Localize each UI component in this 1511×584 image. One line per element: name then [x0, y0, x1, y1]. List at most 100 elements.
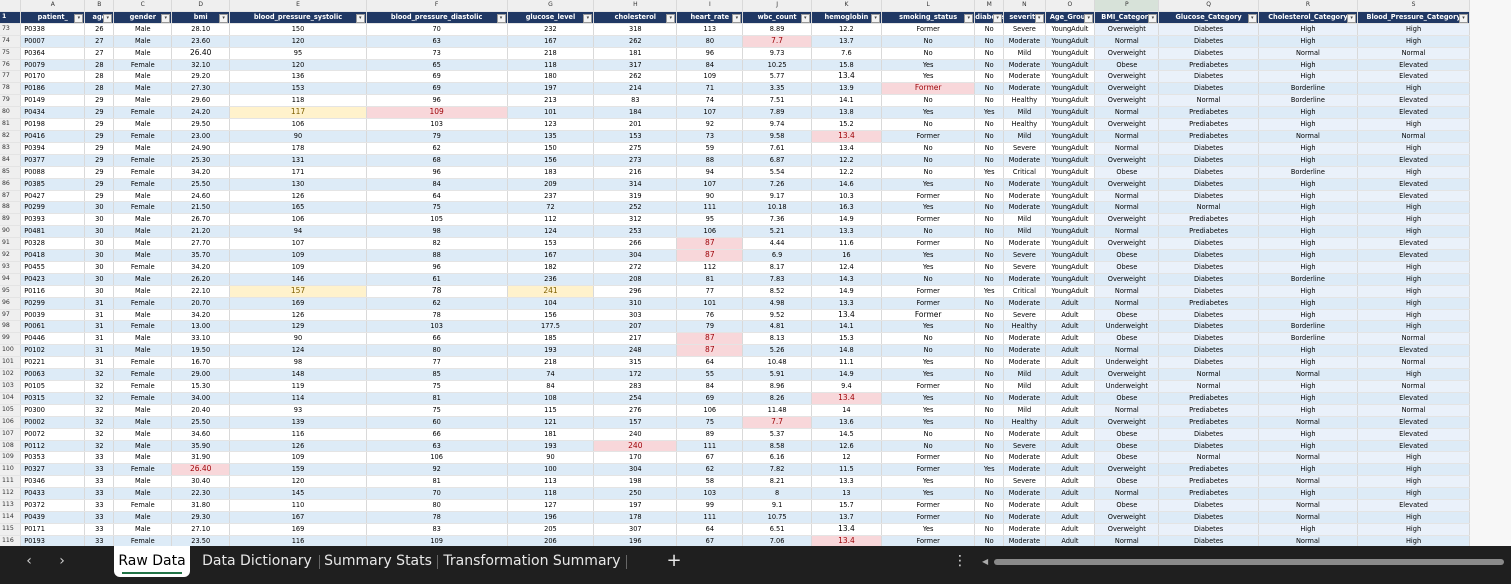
table-cell[interactable]: Female — [113, 535, 173, 546]
table-cell[interactable]: 120 — [229, 35, 367, 48]
table-cell[interactable]: Yes — [974, 285, 1005, 298]
table-cell[interactable]: 7.36 — [742, 213, 812, 227]
table-cell[interactable]: 16.70 — [171, 356, 231, 370]
table-cell[interactable]: P0434 — [20, 106, 86, 120]
table-cell[interactable]: Adult — [1045, 356, 1096, 370]
table-cell[interactable]: YoungAdult — [1045, 213, 1096, 227]
filter-dropdown-icon[interactable]: ▾ — [74, 13, 84, 23]
table-cell[interactable]: 35.70 — [171, 249, 231, 262]
filter-dropdown-icon[interactable]: ▾ — [355, 13, 365, 23]
table-cell[interactable]: 25.50 — [171, 178, 231, 191]
table-cell[interactable]: 6.16 — [742, 451, 812, 465]
table-cell[interactable]: Borderline — [1258, 166, 1359, 179]
table-cell[interactable]: Mild — [1003, 213, 1046, 227]
table-cell[interactable]: Healthy — [1003, 416, 1046, 429]
table-cell[interactable]: 83 — [593, 94, 678, 108]
table-cell[interactable]: 113 — [676, 23, 744, 36]
table-cell[interactable]: P0416 — [20, 130, 86, 143]
column-header-d[interactable]: D — [171, 0, 231, 12]
table-cell[interactable]: YoungAdult — [1045, 225, 1096, 239]
table-cell[interactable]: 29.50 — [171, 118, 231, 131]
table-cell[interactable]: Former — [881, 130, 976, 143]
table-cell[interactable]: 28 — [84, 82, 115, 96]
table-cell[interactable]: No — [974, 178, 1005, 191]
table-cell[interactable]: 198 — [593, 475, 678, 489]
table-cell[interactable]: Normal — [1258, 535, 1359, 546]
table-cell[interactable]: High — [1357, 368, 1470, 381]
table-cell[interactable]: Yes — [881, 106, 976, 120]
table-cell[interactable]: Prediabetes — [1158, 213, 1259, 227]
table-cell[interactable]: Obese — [1094, 249, 1160, 262]
table-cell[interactable]: 15.30 — [171, 380, 231, 393]
table-cell[interactable]: 181 — [593, 47, 678, 60]
table-cell[interactable]: 60 — [366, 416, 508, 429]
table-cell[interactable]: 103 — [676, 487, 744, 501]
table-cell[interactable]: Normal — [1258, 416, 1359, 429]
table-cell[interactable]: 240 — [593, 440, 678, 453]
table-cell[interactable]: Male — [113, 344, 173, 358]
table-cell[interactable]: 205 — [507, 523, 595, 536]
table-cell[interactable]: 95 — [676, 213, 744, 227]
table-cell[interactable]: Overweight — [1094, 273, 1160, 286]
table-cell[interactable]: Moderate — [1003, 511, 1046, 524]
table-cell[interactable]: No — [881, 440, 976, 453]
table-cell[interactable]: Diabetes — [1158, 23, 1259, 36]
table-cell[interactable]: Female — [113, 499, 173, 512]
table-cell[interactable]: 7.61 — [742, 142, 812, 155]
table-cell[interactable]: 23.00 — [171, 130, 231, 143]
table-cell[interactable]: 185 — [507, 332, 595, 346]
table-cell[interactable]: 88 — [366, 249, 508, 262]
table-cell[interactable]: Former — [881, 499, 976, 512]
table-cell[interactable]: Overweight — [1094, 523, 1160, 536]
table-cell[interactable]: Male — [113, 309, 173, 322]
table-cell[interactable]: No — [974, 118, 1005, 131]
table-cell[interactable]: Mild — [1003, 106, 1046, 120]
table-cell[interactable]: Normal — [1094, 130, 1160, 143]
column-header-g[interactable]: G — [507, 0, 595, 12]
table-cell[interactable]: Adult — [1045, 309, 1096, 322]
table-cell[interactable]: High — [1357, 201, 1470, 215]
table-cell[interactable]: 283 — [593, 380, 678, 393]
table-cell[interactable]: 30 — [84, 273, 115, 286]
table-cell[interactable]: No — [974, 94, 1005, 108]
table-cell[interactable]: Obese — [1094, 428, 1160, 441]
table-cell[interactable]: Diabetes — [1158, 35, 1259, 48]
table-cell[interactable]: Adult — [1045, 511, 1096, 524]
table-cell[interactable]: 64 — [676, 356, 744, 370]
table-cell[interactable]: Elevated — [1357, 106, 1470, 120]
table-cell[interactable]: No — [881, 35, 976, 48]
table-cell[interactable]: 10.25 — [742, 59, 812, 72]
table-cell[interactable]: 276 — [593, 404, 678, 417]
table-cell[interactable]: 95 — [229, 47, 367, 60]
table-cell[interactable]: 87 — [676, 249, 744, 262]
table-cell[interactable]: Normal — [1158, 380, 1259, 393]
table-cell[interactable]: Normal — [1158, 201, 1259, 215]
table-cell[interactable]: 5.37 — [742, 428, 812, 441]
table-cell[interactable]: High — [1258, 225, 1359, 239]
table-cell[interactable]: 25.50 — [171, 416, 231, 429]
table-cell[interactable]: Normal — [1258, 47, 1359, 60]
table-cell[interactable]: P0372 — [20, 499, 86, 512]
column-header-a[interactable]: A — [20, 0, 86, 12]
table-cell[interactable]: YoungAdult — [1045, 178, 1096, 191]
table-cell[interactable]: 64 — [366, 190, 508, 203]
table-cell[interactable]: 127 — [507, 499, 595, 512]
table-cell[interactable]: Elevated — [1357, 249, 1470, 262]
table-cell[interactable]: Elevated — [1357, 237, 1470, 251]
table-cell[interactable]: No — [974, 356, 1005, 370]
table-cell[interactable]: No — [974, 475, 1005, 489]
table-cell[interactable]: 20.70 — [171, 297, 231, 310]
field-header-cell[interactable]: diabetes▾ — [974, 11, 1005, 24]
table-cell[interactable]: P0299 — [20, 297, 86, 310]
table-cell[interactable]: 31 — [84, 320, 115, 334]
table-cell[interactable]: P0353 — [20, 451, 86, 465]
table-cell[interactable]: 3.35 — [742, 82, 812, 96]
table-cell[interactable]: 11.6 — [811, 237, 883, 251]
table-cell[interactable]: 14.1 — [811, 94, 883, 108]
field-header-cell[interactable]: blood_pressure_diastolic ▾ — [366, 11, 508, 24]
table-cell[interactable]: Former — [881, 380, 976, 393]
table-cell[interactable]: No — [974, 368, 1005, 381]
table-cell[interactable]: 62 — [366, 142, 508, 155]
table-cell[interactable]: Normal — [1094, 106, 1160, 120]
table-cell[interactable]: 80 — [366, 344, 508, 358]
